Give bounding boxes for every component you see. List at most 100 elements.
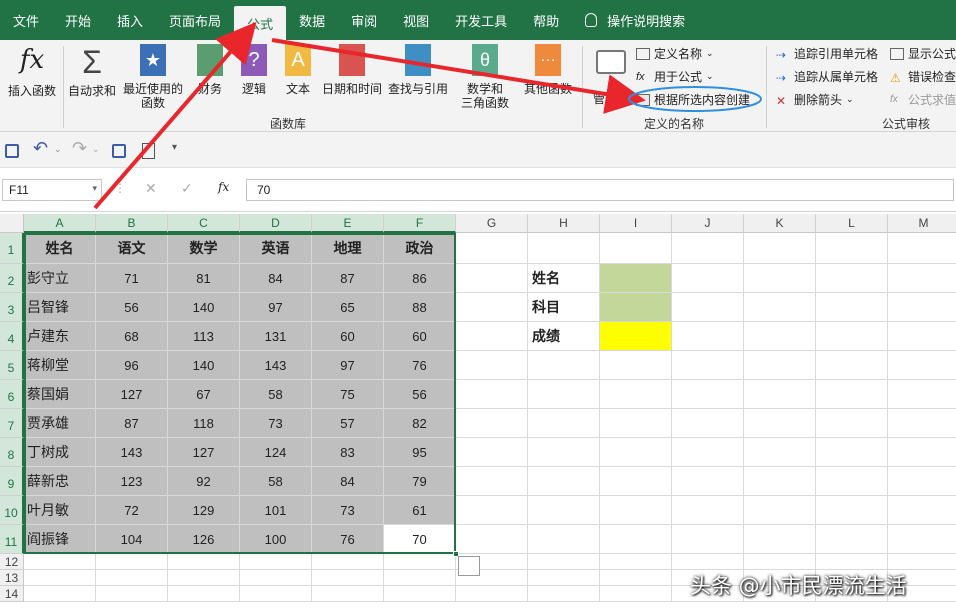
empty-cell[interactable] bbox=[528, 554, 600, 570]
table-cell[interactable]: 蒋柳堂 bbox=[24, 351, 96, 380]
table-cell[interactable]: 67 bbox=[168, 380, 240, 409]
empty-cell[interactable] bbox=[456, 293, 528, 322]
empty-cell[interactable] bbox=[528, 570, 600, 586]
lookup-reference-button[interactable]: 查找与引用 bbox=[386, 44, 450, 96]
empty-cell[interactable] bbox=[600, 409, 672, 438]
column-header[interactable]: K bbox=[744, 214, 816, 233]
empty-cell[interactable] bbox=[888, 293, 956, 322]
empty-cell[interactable] bbox=[672, 351, 744, 380]
empty-cell[interactable] bbox=[528, 409, 600, 438]
table-cell[interactable]: 吕智锋 bbox=[24, 293, 96, 322]
column-header[interactable]: L bbox=[816, 214, 888, 233]
chevron-down-icon[interactable]: ⌄ bbox=[54, 144, 62, 155]
table-cell[interactable]: 58 bbox=[240, 380, 312, 409]
define-name-button[interactable]: 定义名称 ⌄ bbox=[636, 45, 714, 62]
table-cell[interactable]: 57 bbox=[312, 409, 384, 438]
chevron-down-icon[interactable]: ▾ bbox=[92, 183, 97, 194]
name-box[interactable]: F11 ▾ bbox=[2, 179, 102, 201]
empty-cell[interactable] bbox=[600, 351, 672, 380]
empty-cell[interactable] bbox=[888, 467, 956, 496]
tab-developer[interactable]: 开发工具 bbox=[442, 0, 520, 40]
table-cell[interactable]: 124 bbox=[240, 438, 312, 467]
financial-button[interactable]: 财务 bbox=[190, 44, 230, 96]
table-cell[interactable]: 叶月敏 bbox=[24, 496, 96, 525]
tab-insert[interactable]: 插入 bbox=[104, 0, 156, 40]
table-cell[interactable]: 87 bbox=[96, 409, 168, 438]
row-header[interactable]: 14 bbox=[0, 586, 24, 602]
table-cell[interactable]: 60 bbox=[384, 322, 456, 351]
more-functions-button[interactable]: … 其他函数 bbox=[518, 44, 578, 96]
empty-cell[interactable] bbox=[672, 554, 744, 570]
column-header[interactable]: A bbox=[24, 214, 96, 233]
empty-cell[interactable] bbox=[888, 409, 956, 438]
table-cell[interactable]: 68 bbox=[96, 322, 168, 351]
lookup-result-cell[interactable] bbox=[600, 322, 672, 351]
tab-formulas[interactable]: 公式 bbox=[234, 6, 287, 40]
formula-input[interactable]: 70 bbox=[246, 179, 954, 201]
table-header-cell[interactable]: 英语 bbox=[240, 233, 312, 264]
table-header-cell[interactable]: 数学 bbox=[168, 233, 240, 264]
empty-cell[interactable] bbox=[456, 438, 528, 467]
empty-cell[interactable] bbox=[744, 554, 816, 570]
column-header[interactable]: E bbox=[312, 214, 384, 233]
tab-data[interactable]: 数据 bbox=[286, 0, 338, 40]
empty-cell[interactable] bbox=[672, 322, 744, 351]
empty-cell[interactable] bbox=[816, 554, 888, 570]
name-manager-button[interactable]: 管理器 bbox=[588, 50, 634, 106]
empty-cell[interactable] bbox=[456, 264, 528, 293]
table-cell[interactable]: 118 bbox=[168, 409, 240, 438]
table-cell[interactable]: 100 bbox=[240, 525, 312, 554]
remove-arrows-button[interactable]: ✕ 删除箭头 ⌄ bbox=[776, 91, 854, 108]
table-cell[interactable]: 56 bbox=[384, 380, 456, 409]
column-header[interactable]: B bbox=[96, 214, 168, 233]
table-cell[interactable]: 84 bbox=[312, 467, 384, 496]
chevron-down-icon[interactable]: ⌄ bbox=[92, 144, 100, 155]
empty-cell[interactable] bbox=[816, 496, 888, 525]
empty-cell[interactable] bbox=[24, 586, 96, 602]
empty-cell[interactable] bbox=[744, 293, 816, 322]
insert-function-button[interactable]: fx 插入函数 bbox=[4, 44, 60, 98]
empty-cell[interactable] bbox=[600, 586, 672, 602]
column-header[interactable]: G bbox=[456, 214, 528, 233]
empty-cell[interactable] bbox=[384, 570, 456, 586]
table-cell[interactable]: 129 bbox=[168, 496, 240, 525]
save-as-icon[interactable] bbox=[112, 144, 126, 158]
row-header[interactable]: 1 bbox=[0, 233, 24, 264]
empty-cell[interactable] bbox=[672, 496, 744, 525]
empty-cell[interactable] bbox=[528, 380, 600, 409]
table-cell[interactable]: 73 bbox=[240, 409, 312, 438]
table-cell[interactable]: 76 bbox=[384, 351, 456, 380]
empty-cell[interactable] bbox=[528, 438, 600, 467]
empty-cell[interactable] bbox=[240, 586, 312, 602]
text-button[interactable]: A 文本 bbox=[278, 44, 318, 96]
row-header[interactable]: 12 bbox=[0, 554, 24, 570]
active-cell[interactable]: 70 bbox=[384, 525, 456, 554]
date-time-button[interactable]: 日期和时间 bbox=[320, 44, 384, 96]
empty-cell[interactable] bbox=[816, 380, 888, 409]
empty-cell[interactable] bbox=[456, 586, 528, 602]
table-cell[interactable]: 阎振锋 bbox=[24, 525, 96, 554]
table-cell[interactable]: 97 bbox=[312, 351, 384, 380]
select-all-corner[interactable] bbox=[0, 214, 24, 233]
column-header[interactable]: F bbox=[384, 214, 456, 233]
table-cell[interactable]: 131 bbox=[240, 322, 312, 351]
table-header-cell[interactable]: 语文 bbox=[96, 233, 168, 264]
empty-cell[interactable] bbox=[168, 586, 240, 602]
empty-cell[interactable] bbox=[888, 233, 956, 264]
empty-cell[interactable] bbox=[528, 351, 600, 380]
evaluate-formula-button[interactable]: fx 公式求值 bbox=[890, 91, 956, 108]
table-cell[interactable]: 65 bbox=[312, 293, 384, 322]
tell-me-search[interactable]: 操作说明搜索 bbox=[572, 0, 698, 40]
empty-cell[interactable] bbox=[528, 525, 600, 554]
empty-cell[interactable] bbox=[672, 467, 744, 496]
empty-cell[interactable] bbox=[24, 570, 96, 586]
tab-page-layout[interactable]: 页面布局 bbox=[156, 0, 234, 40]
empty-cell[interactable] bbox=[744, 525, 816, 554]
lookup-input-cell[interactable] bbox=[600, 264, 672, 293]
lookup-label-cell[interactable]: 姓名 bbox=[528, 264, 600, 293]
table-cell[interactable]: 丁树成 bbox=[24, 438, 96, 467]
empty-cell[interactable] bbox=[168, 570, 240, 586]
table-cell[interactable]: 87 bbox=[312, 264, 384, 293]
empty-cell[interactable] bbox=[528, 233, 600, 264]
empty-cell[interactable] bbox=[528, 467, 600, 496]
